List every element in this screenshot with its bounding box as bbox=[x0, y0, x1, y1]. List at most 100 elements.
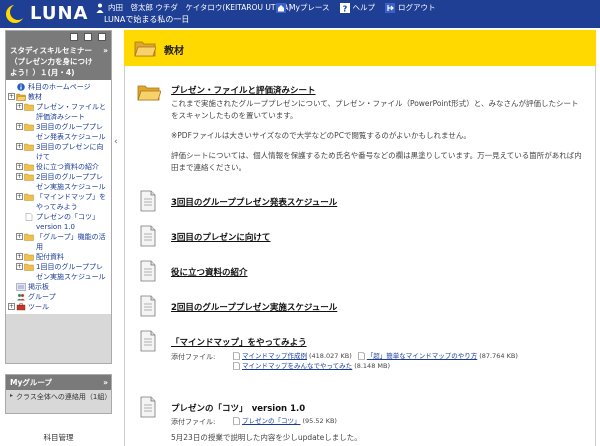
folder-icon bbox=[24, 173, 34, 181]
expand-plus-icon[interactable]: + bbox=[8, 93, 15, 100]
course-tree: 科目のホームページ + 教材 + プレゼン・ファイルと評価済みシート +3回目のグループプ… bbox=[6, 80, 111, 314]
attachment-link[interactable]: 「超」簡単なマインドマップのやり方 bbox=[367, 351, 478, 361]
expand-plus-icon[interactable]: + bbox=[16, 263, 23, 270]
folder-open-icon bbox=[16, 93, 27, 101]
entry-desc: 5月23日の授業で説明した内容を少しupdateしました。 bbox=[171, 433, 362, 442]
attachment-item[interactable]: マインドマップをみんなでやってみた (8.148 MB) bbox=[233, 361, 390, 371]
attachment-link[interactable]: プレゼンの「コツ」 bbox=[242, 416, 301, 426]
tree-item-label: 3回目のプレゼンに向けて bbox=[36, 143, 104, 161]
tree-item[interactable]: +1回目のグループプレゼン実施スケジュール bbox=[8, 262, 109, 282]
entry-document: 2回目のグループプレゼン実施スケジュール bbox=[137, 295, 585, 319]
file-icon bbox=[233, 352, 240, 360]
tree-item[interactable]: + プレゼン・ファイルと評価済みシート bbox=[8, 102, 109, 122]
entry-document: 役に立つ資料の紹介 bbox=[137, 260, 585, 284]
expand-plus-icon[interactable]: ▸ bbox=[8, 393, 15, 400]
help-link[interactable]: ? ヘルプ bbox=[339, 2, 375, 13]
board-icon bbox=[16, 283, 26, 291]
tree-item[interactable]: + 配付資料 bbox=[8, 252, 109, 262]
tree-item-label: 1回目のグループプレゼン実施スケジュール bbox=[36, 263, 106, 281]
tree-item[interactable]: プレゼンの「コツ」 version 1.0 bbox=[8, 212, 109, 232]
user-icon bbox=[96, 3, 104, 13]
expand-plus-icon[interactable]: + bbox=[16, 123, 23, 130]
course-title-header[interactable]: スタディスキルセミナー（プレゼン力を身につけよう！）１(月・4) » bbox=[6, 43, 111, 80]
help-icon: ? bbox=[339, 2, 350, 13]
attachment-item[interactable]: 「超」簡単なマインドマップのやり方 (87.764 KB) bbox=[357, 351, 518, 361]
attachment-label: 添付ファイル: bbox=[171, 418, 216, 426]
expand-plus-icon[interactable]: + bbox=[16, 193, 23, 200]
top-links: Myプレース ? ヘルプ ログアウト bbox=[276, 2, 446, 13]
toolbar-tool-1-icon[interactable] bbox=[70, 33, 78, 41]
home-icon bbox=[276, 2, 286, 13]
folder-icon bbox=[24, 143, 34, 151]
sidebar: スタディスキルセミナー（プレゼン力を身につけよう！）１(月・4) » 科目のホー… bbox=[5, 30, 112, 446]
tree-item[interactable]: + 役に立つ資料の紹介 bbox=[8, 162, 109, 172]
logout-link[interactable]: ログアウト bbox=[385, 2, 436, 13]
expand-plus-icon[interactable]: + bbox=[16, 173, 23, 180]
tagline: LUNAで始まる私の一日 bbox=[104, 15, 190, 24]
attachment-link[interactable]: マインドマップ作成例 bbox=[242, 351, 307, 361]
logo-text: LUNA bbox=[30, 3, 89, 24]
myplace-link[interactable]: Myプレース bbox=[276, 2, 330, 13]
toolbar-tool-3-icon[interactable] bbox=[98, 33, 106, 41]
sidebar-collapse-chevron-icon[interactable]: ‹ bbox=[114, 137, 122, 151]
tool-icon bbox=[16, 303, 26, 311]
expand-plus-icon[interactable]: + bbox=[16, 253, 23, 260]
luna-logo[interactable]: LUNA bbox=[4, 3, 100, 25]
course-collapse-icon[interactable]: » bbox=[103, 45, 108, 56]
tree-item[interactable]: +2回目のグループプレゼン実施スケジュール bbox=[8, 172, 109, 192]
myplace-label: Myプレース bbox=[289, 3, 330, 12]
entry-title-link[interactable]: 2回目のグループプレゼン実施スケジュール bbox=[171, 301, 337, 313]
document-icon bbox=[140, 225, 156, 247]
expand-plus-icon[interactable]: + bbox=[16, 143, 23, 150]
document-icon bbox=[140, 396, 156, 418]
mygroup-item[interactable]: ▸ クラス全体への連絡用（1組） bbox=[8, 392, 111, 402]
attachment-list: プレゼンの「コツ」 (95.52 KB) bbox=[233, 416, 343, 426]
entry-title-link[interactable]: プレゼン・ファイルと評価済みシート bbox=[171, 84, 316, 96]
attachment-list: マインドマップ作成例 (418.027 KB) 「超」簡単なマインドマップのやり… bbox=[233, 351, 524, 371]
folder-icon bbox=[137, 85, 161, 101]
course-admin-label[interactable]: 科目管理 bbox=[5, 432, 112, 443]
tree-item[interactable]: グループ bbox=[8, 292, 109, 302]
attachment-link[interactable]: マインドマップをみんなでやってみた bbox=[242, 361, 352, 371]
entry-title-link[interactable]: 3回目のプレゼンに向けて bbox=[171, 231, 270, 243]
entry-desc: 評価シートについては、個人情報を保護するため氏名や番号などの欄は黒塗りしています… bbox=[171, 151, 582, 172]
title-bar: 教材 bbox=[124, 30, 596, 66]
svg-text:?: ? bbox=[342, 4, 347, 13]
user-name: 内田 啓太郎 ウチダ ケイタロウ(KEITAROU UTIDA) bbox=[108, 3, 292, 12]
mygroup-collapse-icon[interactable]: » bbox=[103, 377, 108, 388]
entry-title[interactable]: プレゼンの「コツ」 version 1.0 bbox=[171, 402, 305, 414]
entry-title-link[interactable]: 「マインドマップ」をやってみよう bbox=[171, 336, 307, 348]
tree-item[interactable]: + 「マインドマップ」をやってみよう bbox=[8, 192, 109, 212]
tree-item[interactable]: 掲示板 bbox=[8, 282, 109, 292]
tree-item-label: ツール bbox=[28, 303, 49, 311]
entry-title-link[interactable]: 役に立つ資料の紹介 bbox=[171, 266, 248, 278]
folder-icon bbox=[24, 193, 34, 201]
expand-plus-icon[interactable]: + bbox=[16, 103, 23, 110]
tree-item[interactable]: + 「グループ」機能の活用 bbox=[8, 232, 109, 252]
toolbar-tool-2-icon[interactable] bbox=[84, 33, 92, 41]
tree-item[interactable]: + ツール bbox=[8, 302, 109, 312]
tree-item[interactable]: +3回目のプレゼンに向けて bbox=[8, 142, 109, 162]
attachment-size: (418.027 KB) bbox=[309, 352, 352, 360]
tree-item-label: プレゼンの「コツ」 version 1.0 bbox=[36, 213, 99, 231]
folder-open-icon bbox=[134, 41, 156, 57]
attachment-item[interactable]: マインドマップ作成例 (418.027 KB) bbox=[233, 351, 352, 361]
tree-item[interactable]: 科目のホームページ bbox=[8, 82, 109, 92]
expand-plus-icon[interactable]: + bbox=[16, 233, 23, 240]
document-icon bbox=[140, 260, 156, 282]
luna-logo-icon bbox=[6, 4, 26, 23]
file-icon bbox=[233, 362, 240, 370]
tree-item-label: 掲示板 bbox=[28, 283, 49, 291]
tree-item[interactable]: + 教材 bbox=[8, 92, 109, 102]
attachment-item[interactable]: プレゼンの「コツ」 (95.52 KB) bbox=[233, 416, 337, 426]
expand-plus-icon[interactable]: + bbox=[8, 303, 15, 310]
mygroup-title: Myグループ bbox=[10, 378, 52, 387]
mygroup-header[interactable]: Myグループ » bbox=[6, 375, 111, 390]
entry-title-link[interactable]: 3回目のグループプレゼン発表スケジュール bbox=[171, 196, 337, 208]
document-icon bbox=[24, 213, 34, 221]
tree-item[interactable]: +3回目のグループプレゼン発表スケジュール bbox=[8, 122, 109, 142]
entry-document: プレゼンの「コツ」 version 1.0 添付ファイル: プレゼンの「コツ」 … bbox=[137, 396, 585, 446]
info-icon bbox=[16, 83, 26, 91]
expand-plus-icon[interactable]: + bbox=[16, 163, 23, 170]
user-info: 内田 啓太郎 ウチダ ケイタロウ(KEITAROU UTIDA) bbox=[96, 2, 291, 13]
